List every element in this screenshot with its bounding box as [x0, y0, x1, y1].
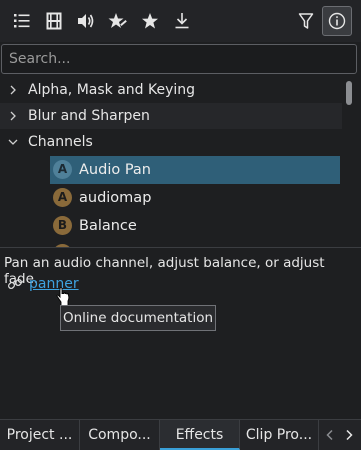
tree-category-channels[interactable]: Channels: [0, 129, 342, 155]
scrollbar-thumb[interactable]: [346, 81, 352, 105]
audio-icon[interactable]: [73, 8, 99, 34]
pane-divider[interactable]: [0, 247, 361, 248]
list-view-icon[interactable]: [9, 8, 35, 34]
chevron-right-icon[interactable]: [6, 83, 20, 97]
effects-tree: Alpha, Mask and Keying Blur and Sharpen …: [0, 77, 342, 247]
favorite-star-icon[interactable]: [137, 8, 163, 34]
effect-type-badge: A: [53, 188, 72, 207]
tab-clip-properties[interactable]: Clip Pro...: [240, 420, 319, 450]
search-input[interactable]: [9, 45, 349, 73]
category-label: Blur and Sharpen: [28, 108, 150, 124]
info-icon[interactable]: [322, 6, 352, 36]
effect-type-badge: B: [53, 216, 72, 235]
effect-type-badge: A: [53, 160, 72, 179]
chevron-right-icon[interactable]: [343, 428, 355, 442]
category-label: Channels: [28, 134, 93, 150]
effect-item-audiomap[interactable]: A audiomap: [50, 184, 340, 212]
chevron-right-icon[interactable]: [6, 109, 20, 123]
effect-label: Balance: [79, 218, 137, 234]
chevron-left-icon[interactable]: [324, 428, 336, 442]
tree-category-blur-sharpen[interactable]: Blur and Sharpen: [0, 103, 342, 129]
tooltip: Online documentation: [60, 305, 216, 331]
effects-panel: Alpha, Mask and Keying Blur and Sharpen …: [0, 0, 361, 450]
link-icon: [7, 278, 23, 290]
search-field[interactable]: [1, 44, 357, 74]
tab-project-bin[interactable]: Project ...: [0, 420, 80, 450]
category-label: Alpha, Mask and Keying: [28, 82, 196, 98]
download-icon[interactable]: [169, 8, 195, 34]
hand-pointer-icon: [56, 287, 70, 306]
documentation-link[interactable]: panner: [29, 276, 79, 292]
effect-item-partial[interactable]: [50, 240, 340, 247]
filmstrip-icon[interactable]: [41, 8, 67, 34]
effect-label: audiomap: [79, 190, 152, 206]
tab-effects[interactable]: Effects: [160, 420, 240, 450]
effect-item-audio-pan[interactable]: A Audio Pan: [50, 156, 340, 184]
chevron-down-icon[interactable]: [6, 135, 20, 149]
effect-label: Audio Pan: [79, 162, 151, 178]
effect-item-balance[interactable]: B Balance: [50, 212, 340, 240]
filter-icon[interactable]: [293, 8, 319, 34]
tree-category-alpha-mask-keying[interactable]: Alpha, Mask and Keying: [0, 77, 342, 103]
tree-scrollbar[interactable]: [343, 77, 355, 247]
effects-toolbar: [0, 0, 361, 42]
dock-tab-bar: Project ... Compo... Effects Clip Pro...: [0, 419, 361, 450]
tab-compositions[interactable]: Compo...: [80, 420, 160, 450]
custom-effects-icon[interactable]: [105, 8, 131, 34]
